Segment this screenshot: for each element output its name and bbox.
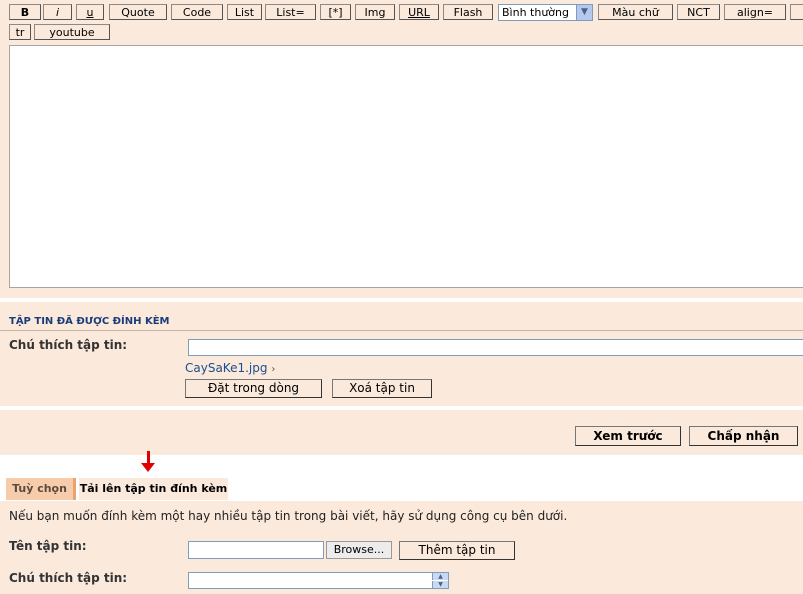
youtube-button[interactable]: youtube: [34, 24, 110, 40]
spin-up-icon[interactable]: ▲: [432, 573, 448, 580]
code-button[interactable]: Code: [171, 4, 223, 20]
tab-options[interactable]: Tuỳ chọn: [6, 478, 76, 500]
add-file-button[interactable]: Thêm tập tin: [399, 541, 515, 560]
font-size-select[interactable]: Bình thường ▼: [498, 4, 593, 21]
submit-button[interactable]: Chấp nhận: [689, 426, 798, 446]
browse-button[interactable]: Browse...: [326, 541, 392, 559]
more-toolbar-button[interactable]: [790, 4, 803, 20]
image-button[interactable]: Img: [355, 4, 395, 20]
font-size-select-value: Bình thường: [502, 6, 569, 19]
tab-upload-attachments[interactable]: Tải lên tập tin đính kèm: [79, 478, 228, 500]
chevron-down-icon[interactable]: ▼: [576, 5, 592, 20]
align-button[interactable]: align=: [724, 4, 786, 20]
arrow-down-icon: [141, 463, 155, 472]
chevron-right-icon: ›: [271, 364, 276, 375]
upload-file-path-input[interactable]: [188, 541, 324, 559]
attachment-comment-label: Chú thích tập tin:: [9, 338, 128, 352]
attached-file-name: CaySaKe1.jpg: [185, 361, 268, 375]
quote-button[interactable]: Quote: [109, 4, 167, 20]
attached-file-link[interactable]: CaySaKe1.jpg ›: [185, 361, 275, 375]
attachments-title: TẬP TIN ĐÃ ĐƯỢC ĐÍNH KÈM: [9, 316, 170, 327]
section-divider: [0, 406, 803, 410]
upload-intro-text: Nếu bạn muốn đính kèm một hay nhiều tập …: [9, 509, 568, 523]
list-button[interactable]: List: [227, 4, 262, 20]
delete-file-button[interactable]: Xoá tập tin: [332, 379, 432, 398]
preview-button[interactable]: Xem trước: [575, 426, 681, 446]
underline-button[interactable]: u: [76, 4, 104, 20]
upload-comment-label: Chú thích tập tin:: [9, 571, 128, 585]
insert-inline-button[interactable]: Đặt trong dòng: [185, 379, 322, 398]
attachment-comment-input[interactable]: [188, 339, 803, 356]
attachments-title-underline: [0, 330, 803, 331]
italic-button[interactable]: i: [43, 4, 72, 20]
message-editor[interactable]: [9, 45, 803, 288]
ordered-list-button[interactable]: List=: [265, 4, 316, 20]
nct-button[interactable]: NCT: [677, 4, 720, 20]
url-button[interactable]: URL: [399, 4, 439, 20]
tr-button[interactable]: tr: [9, 24, 31, 40]
upload-comment-input[interactable]: ▲ ▼: [188, 572, 449, 589]
upload-file-label: Tên tập tin:: [9, 539, 87, 553]
list-item-button[interactable]: [*]: [320, 4, 351, 20]
bold-button[interactable]: B: [9, 4, 41, 20]
flash-button[interactable]: Flash: [443, 4, 493, 20]
text-color-button[interactable]: Màu chữ: [598, 4, 673, 20]
spin-down-icon[interactable]: ▼: [432, 581, 448, 588]
section-divider: [0, 298, 803, 302]
